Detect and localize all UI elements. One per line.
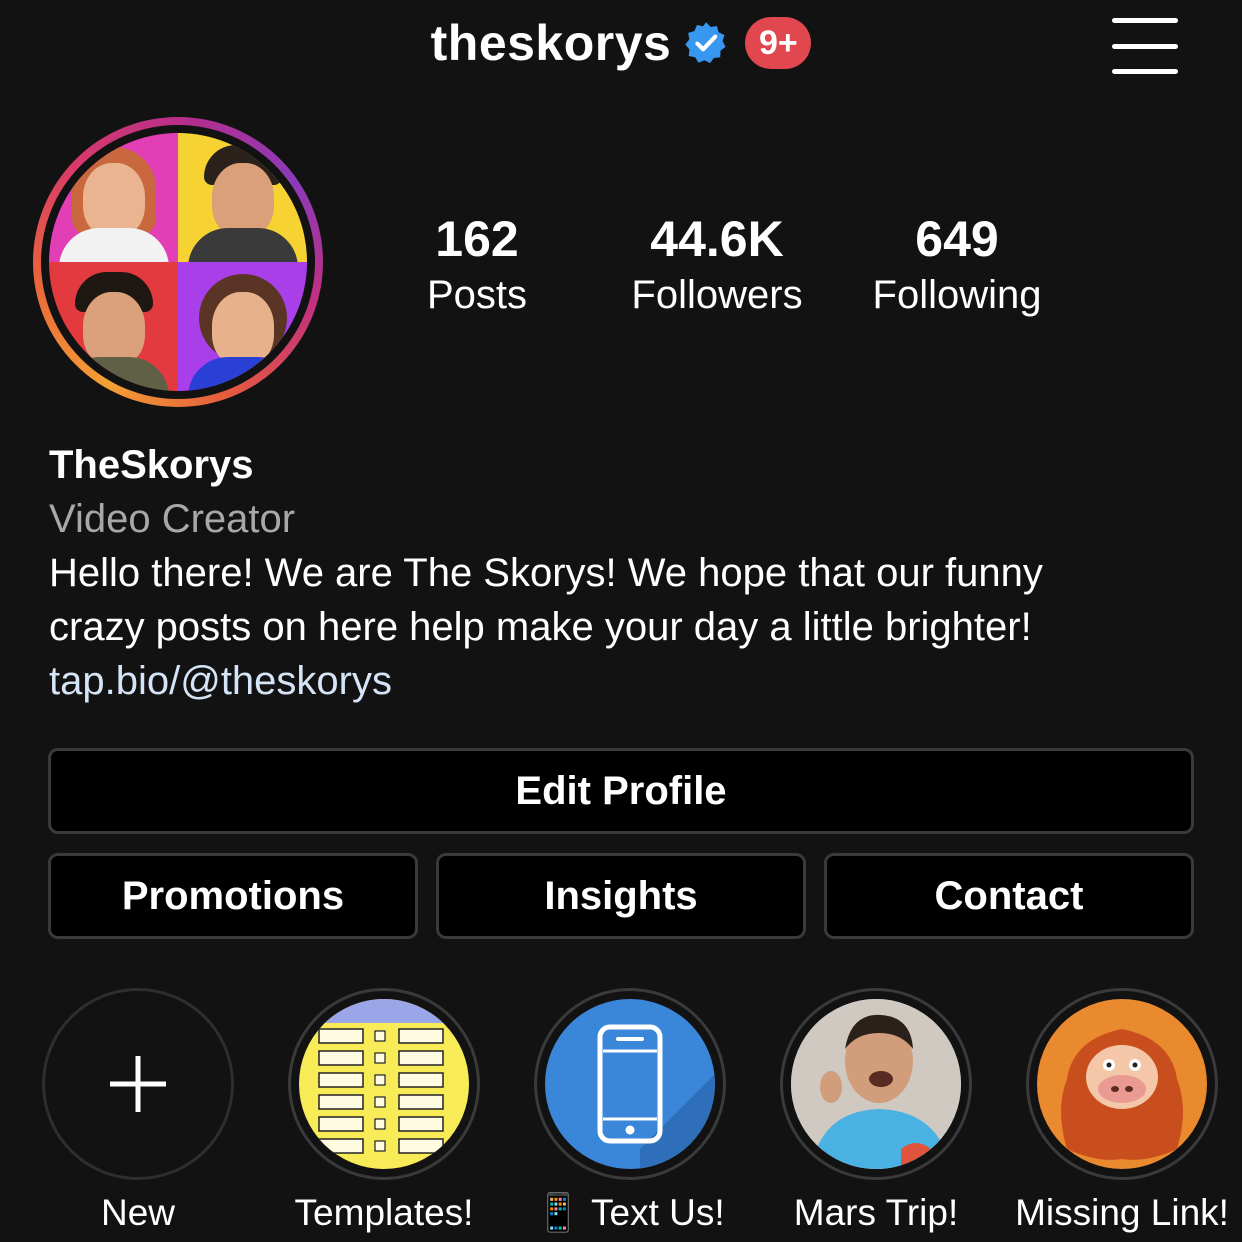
followers-label: Followers [631, 273, 803, 317]
highlight-label: New [100, 1192, 176, 1233]
highlight-new[interactable]: New [42, 988, 234, 1233]
edit-profile-button[interactable]: Edit Profile [48, 748, 1194, 834]
category-label: Video Creator [49, 497, 296, 541]
templates-grid-image [299, 999, 469, 1154]
profile-stats: 162 Posts 44.6K Followers 649 Following [0, 210, 1242, 330]
posts-count: 162 [435, 211, 519, 267]
promotions-button[interactable]: Promotions [48, 853, 418, 939]
new-highlight-button[interactable] [42, 988, 234, 1180]
username-header[interactable]: theskorys 9+ [0, 14, 1242, 72]
notification-badge[interactable]: 9+ [745, 17, 812, 69]
highlight-text-us[interactable]: 📱 Text Us! [534, 988, 726, 1233]
verified-badge-icon [685, 22, 726, 64]
mars-trip-photo [791, 999, 961, 1169]
highlight-templates[interactable]: Templates! [288, 988, 480, 1233]
highlight-missing-link[interactable]: Missing Link! [1015, 988, 1229, 1233]
posts-stat[interactable]: 162 Posts [357, 210, 597, 322]
bio-link[interactable]: tap.bio/@theskorys [49, 654, 1209, 708]
posts-label: Posts [426, 273, 528, 317]
top-bar: theskorys 9+ [0, 0, 1242, 96]
mars-trip-highlight-cover [791, 999, 961, 1169]
highlight-mars-trip[interactable]: Mars Trip! [780, 988, 972, 1233]
username[interactable]: theskorys [431, 14, 672, 72]
hamburger-menu-icon[interactable] [1112, 18, 1178, 74]
following-stat[interactable]: 649 Following [837, 210, 1077, 322]
text-us-highlight-cover [545, 999, 715, 1169]
insights-button[interactable]: Insights [436, 853, 806, 939]
missing-link-character [1061, 1029, 1183, 1160]
highlight-label: 📱 Text Us! [535, 1192, 725, 1233]
following-count: 649 [915, 211, 999, 267]
highlight-label: Missing Link! [1015, 1192, 1229, 1233]
contact-button[interactable]: Contact [824, 853, 1194, 939]
profile-bio: TheSkorys Video Creator Hello there! We … [49, 438, 1209, 708]
followers-stat[interactable]: 44.6K Followers [597, 210, 837, 322]
highlight-label: Templates! [294, 1192, 474, 1233]
missing-link-highlight-cover [1037, 999, 1207, 1169]
following-label: Following [872, 273, 1042, 317]
templates-highlight-cover [299, 999, 469, 1169]
highlight-label: Mars Trip! [793, 1192, 959, 1233]
phone-icon [597, 1024, 715, 1169]
followers-count: 44.6K [650, 211, 784, 267]
bio-text-line-2: crazy posts on here help make your day a… [49, 605, 1032, 649]
plus-icon [110, 1056, 166, 1112]
bio-text-line-1: Hello there! We are The Skorys! We hope … [49, 551, 1043, 595]
display-name: TheSkorys [49, 443, 254, 487]
